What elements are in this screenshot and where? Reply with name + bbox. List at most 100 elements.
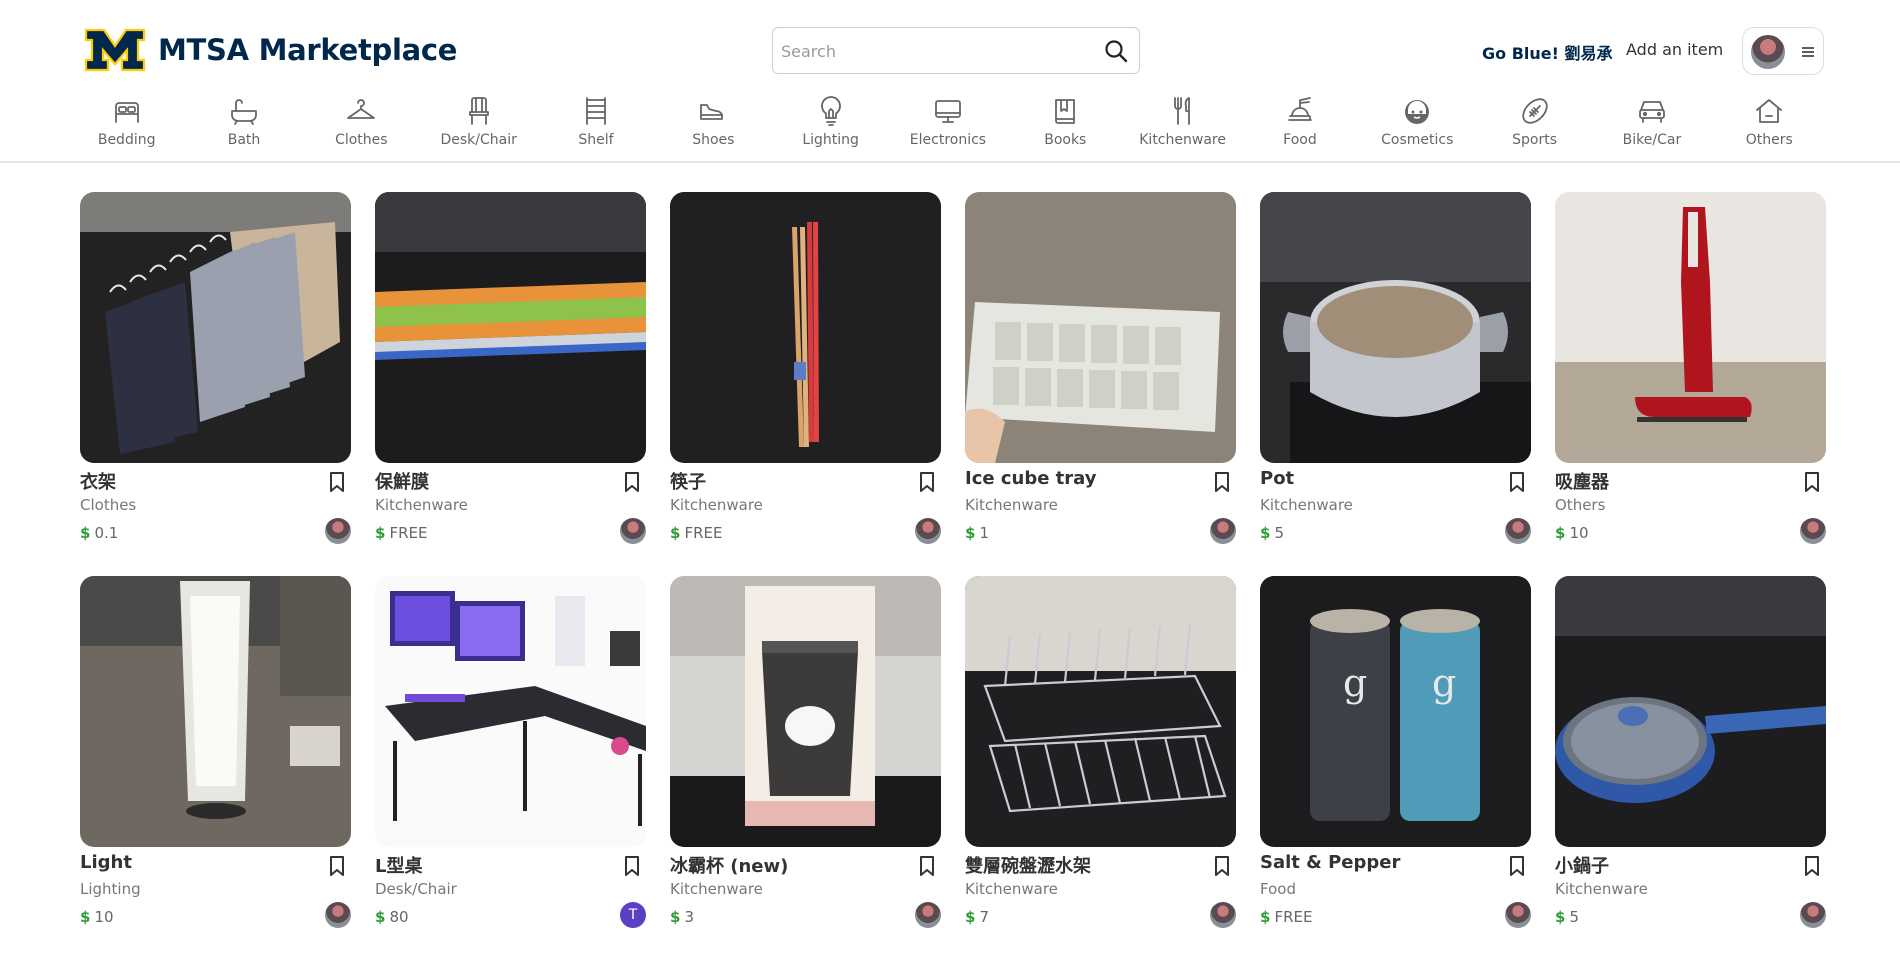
seller-avatar[interactable] xyxy=(1505,518,1531,544)
category-kitchenware[interactable]: Kitchenware xyxy=(1124,88,1241,160)
hanger-icon xyxy=(347,99,376,119)
category-desk-chair[interactable]: Desk/Chair xyxy=(420,88,537,160)
vacuum-photo xyxy=(1555,192,1826,463)
category-cosmetics[interactable]: Cosmetics xyxy=(1359,88,1476,160)
bookmark-icon[interactable] xyxy=(329,856,345,876)
dollar-sign: $ xyxy=(1260,524,1271,542)
category-food[interactable]: Food xyxy=(1241,88,1358,160)
listing-card[interactable]: 保鮮膜 Kitchenware $ FREE xyxy=(375,192,646,554)
listing-title[interactable]: 雙層碗盤瀝水架 xyxy=(965,852,1091,878)
listing-title[interactable]: 小鍋子 xyxy=(1555,852,1609,878)
listing-price: $ FREE xyxy=(670,524,722,542)
hangers-photo xyxy=(80,192,351,463)
category-bath[interactable]: Bath xyxy=(185,88,302,160)
listing-category: Desk/Chair xyxy=(375,880,457,898)
seller-avatar[interactable] xyxy=(1505,902,1531,928)
bookmark-icon[interactable] xyxy=(919,472,935,492)
seller-avatar[interactable] xyxy=(915,518,941,544)
listing-card[interactable]: 衣架 Clothes $0.1 xyxy=(80,192,351,554)
category-bedding[interactable]: Bedding xyxy=(68,88,185,160)
category-shelf[interactable]: Shelf xyxy=(537,88,654,160)
listing-card[interactable]: Pot Kitchenware $5 xyxy=(1260,192,1531,554)
category-books[interactable]: Books xyxy=(1007,88,1124,160)
listing-photo[interactable] xyxy=(375,192,646,463)
listing-title[interactable]: 筷子 xyxy=(670,468,706,494)
listing-photo[interactable] xyxy=(80,192,351,463)
dollar-sign: $ xyxy=(670,908,681,926)
listing-card[interactable]: Ice cube tray Kitchenware $1 xyxy=(965,192,1236,554)
category-label: Clothes xyxy=(335,132,388,148)
category-sports[interactable]: Sports xyxy=(1476,88,1593,160)
seller-avatar[interactable] xyxy=(1210,518,1236,544)
listing-card[interactable]: Light Lighting $10 xyxy=(80,576,351,938)
bookmark-icon[interactable] xyxy=(1804,472,1820,492)
listing-title[interactable]: Light xyxy=(80,852,132,873)
listing-title[interactable]: Salt & Pepper xyxy=(1260,852,1400,873)
header-divider xyxy=(0,161,1900,163)
listing-photo[interactable] xyxy=(670,192,941,463)
listing-photo[interactable] xyxy=(375,576,646,847)
listing-card[interactable]: 雙層碗盤瀝水架 Kitchenware $7 xyxy=(965,576,1236,938)
listing-card[interactable]: 吸塵器 Others $10 xyxy=(1555,192,1826,554)
listing-title[interactable]: L型桌 xyxy=(375,852,422,878)
listing-title[interactable]: 吸塵器 xyxy=(1555,468,1609,494)
seller-avatar[interactable] xyxy=(620,518,646,544)
house-icon xyxy=(1756,99,1783,123)
listing-card[interactable]: 小鍋子 Kitchenware $5 xyxy=(1555,576,1826,938)
category-lighting[interactable]: Lighting xyxy=(772,88,889,160)
search-box xyxy=(772,27,1140,74)
seller-avatar[interactable] xyxy=(325,518,351,544)
listing-photo[interactable] xyxy=(670,576,941,847)
listing-title[interactable]: 冰霸杯 (new) xyxy=(670,852,788,878)
category-label: Lighting xyxy=(802,132,859,148)
bed-icon xyxy=(114,102,139,123)
bookmark-icon[interactable] xyxy=(624,856,640,876)
category-bike-car[interactable]: Bike/Car xyxy=(1593,88,1710,160)
listing-title[interactable]: 保鮮膜 xyxy=(375,468,429,494)
listing-photo[interactable] xyxy=(1555,192,1826,463)
bookmark-icon[interactable] xyxy=(1214,856,1230,876)
bookmark-icon[interactable] xyxy=(1804,856,1820,876)
seller-avatar[interactable] xyxy=(1800,902,1826,928)
listing-card[interactable]: 冰霸杯 (new) Kitchenware $3 xyxy=(670,576,941,938)
search-icon[interactable] xyxy=(1103,38,1129,64)
listing-title[interactable]: Ice cube tray xyxy=(965,468,1097,489)
seller-avatar[interactable]: T xyxy=(620,902,646,928)
add-item-link[interactable]: Add an item xyxy=(1626,40,1723,59)
seller-avatar[interactable] xyxy=(915,902,941,928)
listing-card[interactable]: g g Salt & Pepper Food $ FREE xyxy=(1260,576,1531,938)
bookmark-icon[interactable] xyxy=(919,856,935,876)
brand[interactable]: MTSA Marketplace xyxy=(84,28,457,72)
listing-photo[interactable] xyxy=(1555,576,1826,847)
bookmark-icon[interactable] xyxy=(624,472,640,492)
listing-card[interactable]: 筷子 Kitchenware $ FREE xyxy=(670,192,941,554)
listing-title[interactable]: Pot xyxy=(1260,468,1294,489)
listing-photo[interactable] xyxy=(965,576,1236,847)
bookmark-icon[interactable] xyxy=(1509,472,1525,492)
utensils-icon xyxy=(1173,97,1190,125)
listing-photo[interactable] xyxy=(1260,192,1531,463)
search-input[interactable] xyxy=(781,38,1081,64)
category-label: Kitchenware xyxy=(1139,132,1226,148)
category-shoes[interactable]: Shoes xyxy=(655,88,772,160)
listing-card[interactable]: L型桌 Desk/Chair $80 T xyxy=(375,576,646,938)
category-electronics[interactable]: Electronics xyxy=(889,88,1006,160)
price-value: 5 xyxy=(1569,908,1579,926)
user-menu-button[interactable] xyxy=(1742,27,1824,75)
category-clothes[interactable]: Clothes xyxy=(303,88,420,160)
greeting-link[interactable]: Go Blue! 劉易承 xyxy=(1482,40,1613,64)
listing-photo[interactable] xyxy=(80,576,351,847)
bookmark-icon[interactable] xyxy=(1509,856,1525,876)
category-bar: Bedding Bath Clothes Desk/Chair Shelf Sh… xyxy=(68,88,1828,160)
category-others[interactable]: Others xyxy=(1711,88,1828,160)
listing-category: Kitchenware xyxy=(670,496,763,514)
price-value: FREE xyxy=(389,524,428,542)
seller-avatar[interactable] xyxy=(325,902,351,928)
listing-photo[interactable] xyxy=(965,192,1236,463)
bookmark-icon[interactable] xyxy=(329,472,345,492)
listing-title[interactable]: 衣架 xyxy=(80,468,116,494)
seller-avatar[interactable] xyxy=(1210,902,1236,928)
seller-avatar[interactable] xyxy=(1800,518,1826,544)
listing-photo[interactable]: g g xyxy=(1260,576,1531,847)
bookmark-icon[interactable] xyxy=(1214,472,1230,492)
